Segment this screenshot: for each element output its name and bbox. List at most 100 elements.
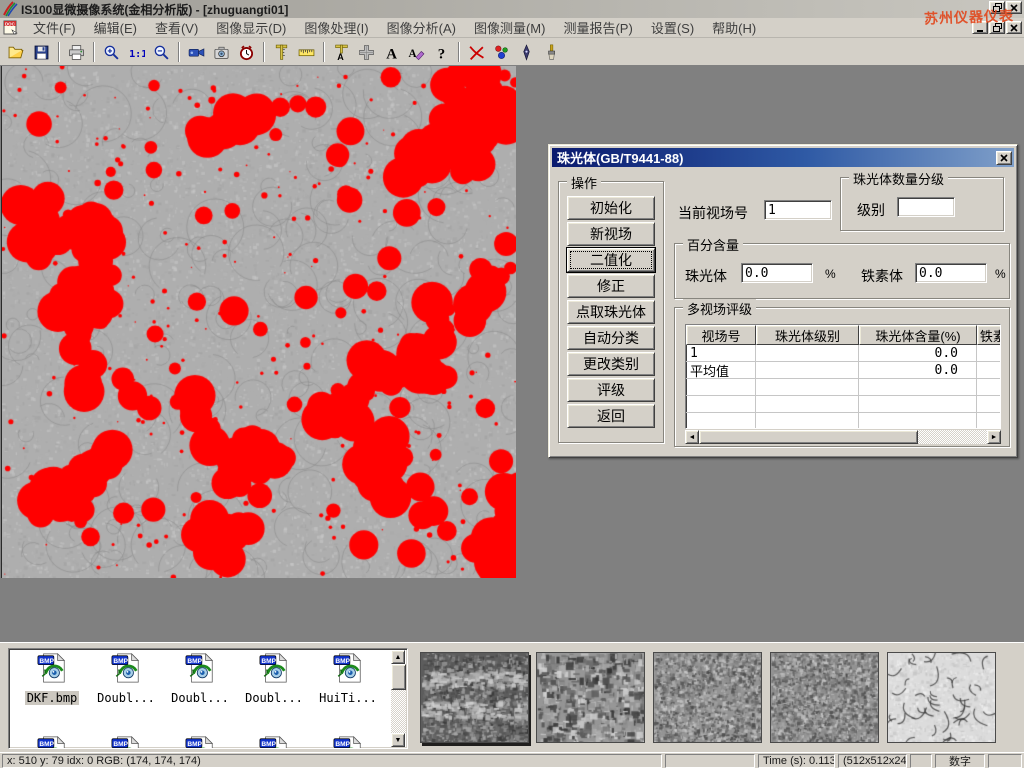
brush-tool-button[interactable] (539, 41, 564, 64)
scroll-up-button[interactable]: ▲ (391, 650, 405, 664)
table-header-4[interactable]: 铁素体含量(%) (977, 325, 1001, 345)
svg-text:BMP: BMP (113, 658, 128, 665)
current-field-input[interactable] (764, 200, 832, 220)
menubar: DOC 文件(F)编辑(E)查看(V)图像显示(D)图像处理(I)图像分析(A)… (0, 18, 1024, 38)
ferrite-percent-sign: % (995, 267, 1006, 281)
magnifier-minus-icon (153, 44, 170, 61)
table-row[interactable] (686, 379, 1001, 396)
menu-measure[interactable]: 图像测量(M) (465, 16, 555, 39)
zoom-out-button[interactable] (149, 41, 174, 64)
open-file-button[interactable] (4, 41, 29, 64)
photo-capture-button[interactable] (209, 41, 234, 64)
table-cell (756, 413, 859, 429)
grade-group-label: 珠光体数量分级 (849, 169, 948, 188)
menu-settings[interactable]: 设置(S) (642, 16, 703, 39)
scrollbar-track[interactable] (391, 664, 406, 733)
status-time: Time (s): 0.113 (758, 754, 835, 768)
grade-input[interactable] (897, 197, 955, 217)
op-button-3[interactable]: 二值化 (567, 248, 655, 272)
dialog-close-button[interactable] (996, 151, 1012, 165)
document-icon[interactable]: DOC (3, 20, 20, 36)
video-capture-button[interactable] (184, 41, 209, 64)
pen-tool-button[interactable] (514, 41, 539, 64)
op-button-9[interactable]: 返回 (567, 404, 655, 428)
file-list-scrollbar[interactable]: ▲▼ (391, 650, 406, 747)
mdi-minimize-button[interactable] (972, 21, 988, 34)
thumbnail-3[interactable] (653, 652, 762, 743)
help-tool-button[interactable]: ? (429, 41, 454, 64)
op-button-8[interactable]: 评级 (567, 378, 655, 402)
bmp-file-icon: BMP (258, 652, 290, 684)
thumbnail-4[interactable] (770, 652, 879, 743)
scrollbar-track[interactable] (699, 430, 987, 444)
mdi-close-button[interactable] (1006, 21, 1022, 34)
menu-analyze[interactable]: 图像分析(A) (378, 16, 465, 39)
dialog-titlebar[interactable]: 珠光体(GB/T9441-88) (552, 148, 1014, 167)
table-row[interactable] (686, 413, 1001, 429)
file-item-3[interactable]: BMPDoubl... (165, 652, 235, 707)
menu-display[interactable]: 图像显示(D) (207, 16, 295, 39)
scroll-right-button[interactable]: ► (987, 430, 1001, 444)
zoom-in-button[interactable] (99, 41, 124, 64)
text-annotate-button[interactable]: A (379, 41, 404, 64)
table-cell (859, 413, 977, 429)
table-header-2[interactable]: 珠光体级别 (756, 325, 859, 345)
menu-process[interactable]: 图像处理(I) (295, 16, 377, 39)
table-row[interactable]: 平均值0.0 (686, 362, 1001, 379)
table-horizontal-scrollbar[interactable]: ◄ ► (685, 430, 1001, 444)
curve-tool-button[interactable] (464, 41, 489, 64)
file-list[interactable]: BMPDKF.bmpBMPDoubl...BMPDoubl...BMPDoubl… (8, 648, 408, 749)
pearlite-percent-input[interactable] (741, 263, 813, 283)
file-item-row2-2[interactable]: BMP (91, 735, 161, 749)
op-button-7[interactable]: 更改类别 (567, 352, 655, 376)
table-header-3[interactable]: 珠光体含量(%) (859, 325, 977, 345)
thumbnail-5[interactable] (887, 652, 996, 743)
file-item-row2-4[interactable]: BMP (239, 735, 309, 749)
close-icon (1000, 154, 1008, 162)
file-item-row2-1[interactable]: BMP (17, 735, 87, 749)
rating-table[interactable]: 视场号珠光体级别珠光体含量(%)铁素体含量(%)10.0平均值0.0 (685, 324, 1001, 429)
file-item-2[interactable]: BMPDoubl... (91, 652, 161, 707)
window-restore-button[interactable] (989, 1, 1005, 14)
menu-help[interactable]: 帮助(H) (703, 16, 765, 39)
table-header-1[interactable]: 视场号 (686, 325, 756, 345)
app-logo-icon (2, 1, 18, 17)
menu-file[interactable]: 文件(F) (24, 16, 85, 39)
ferrite-percent-input[interactable] (915, 263, 987, 283)
file-item-4[interactable]: BMPDoubl... (239, 652, 309, 707)
window-close-button[interactable] (1006, 1, 1022, 14)
timer-button[interactable] (234, 41, 259, 64)
actual-size-button[interactable]: 1:1 (124, 41, 149, 64)
micrograph-image[interactable] (1, 66, 516, 578)
op-button-1[interactable]: 初始化 (567, 196, 655, 220)
menu-view[interactable]: 查看(V) (146, 16, 207, 39)
scrollbar-thumb[interactable] (699, 430, 918, 444)
op-button-5[interactable]: 点取珠光体 (567, 300, 655, 324)
menu-report[interactable]: 测量报告(P) (554, 16, 641, 39)
print-button[interactable] (64, 41, 89, 64)
file-item-row2-3[interactable]: BMP (165, 735, 235, 749)
op-button-4[interactable]: 修正 (567, 274, 655, 298)
file-item-5[interactable]: BMPHuiTi... (313, 652, 383, 707)
menu-edit[interactable]: 编辑(E) (85, 16, 146, 39)
measure-label-button[interactable]: A (329, 41, 354, 64)
scroll-down-button[interactable]: ▼ (391, 733, 405, 747)
table-row[interactable]: 10.0 (686, 345, 1001, 362)
file-item-1[interactable]: BMPDKF.bmp (17, 652, 87, 707)
ruler-measure-button[interactable] (294, 41, 319, 64)
classify-tool-button[interactable] (489, 41, 514, 64)
op-button-2[interactable]: 新视场 (567, 222, 655, 246)
table-row[interactable] (686, 396, 1001, 413)
save-file-button[interactable] (29, 41, 54, 64)
grid-button[interactable] (354, 41, 379, 64)
bmp-file-icon: BMP (36, 652, 68, 684)
mdi-restore-button[interactable] (989, 21, 1005, 34)
caliper-measure-button[interactable] (269, 41, 294, 64)
op-button-6[interactable]: 自动分类 (567, 326, 655, 350)
file-item-row2-5[interactable]: BMP (313, 735, 383, 749)
thumbnail-1[interactable] (420, 652, 529, 743)
scroll-left-button[interactable]: ◄ (685, 430, 699, 444)
thumbnail-2[interactable] (536, 652, 645, 743)
scrollbar-thumb[interactable] (391, 664, 406, 690)
edit-annotate-button[interactable]: A (404, 41, 429, 64)
